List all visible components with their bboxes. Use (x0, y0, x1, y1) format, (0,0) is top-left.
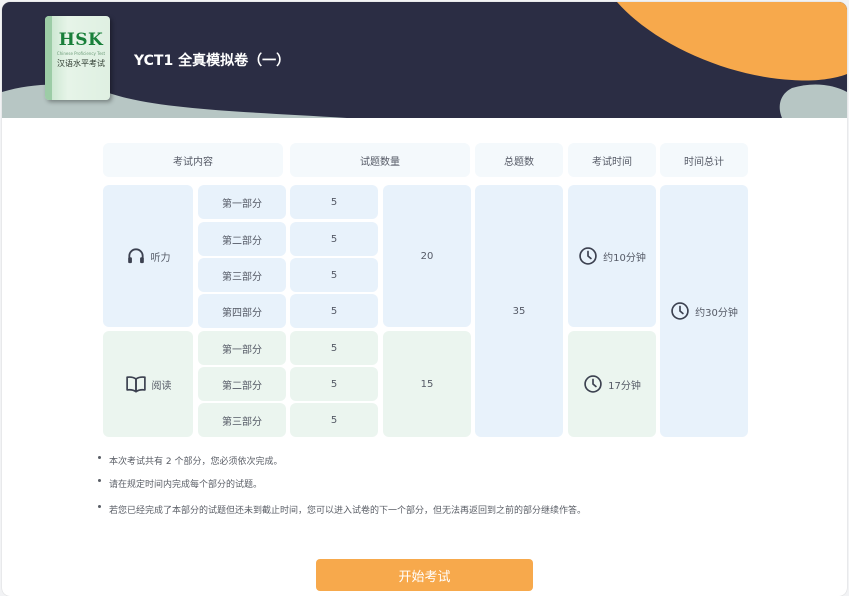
headphones-icon (126, 246, 146, 266)
column-header-count: 试题数量 (290, 143, 470, 177)
section-time-listening: 约10分钟 (568, 185, 656, 327)
total-time-label: 约30分钟 (695, 307, 738, 319)
part-label: 第三部分 (198, 258, 286, 292)
header-banner: HSK Chinese Proficiency Test 汉语水平考试 YCT1… (2, 2, 847, 118)
part-label: 第二部分 (198, 367, 286, 401)
part-label: 第一部分 (198, 331, 286, 365)
column-header-total: 总题数 (475, 143, 563, 177)
part-label: 第四部分 (198, 294, 286, 328)
part-count: 5 (290, 403, 378, 437)
section-time-label: 17分钟 (608, 380, 641, 392)
header-decoration (2, 2, 847, 118)
book-icon (125, 374, 147, 394)
clock-icon (670, 301, 690, 321)
exam-window: HSK Chinese Proficiency Test 汉语水平考试 YCT1… (2, 2, 847, 596)
section-name-reading: 阅读 (151, 380, 172, 392)
part-label: 第一部分 (198, 185, 286, 219)
clock-icon (583, 374, 603, 394)
section-time-label: 约10分钟 (603, 252, 646, 264)
part-count: 5 (290, 331, 378, 365)
page-title: YCT1 全真模拟卷（一） (134, 53, 291, 69)
total-time: 约30分钟 (660, 185, 748, 437)
section-time-reading: 17分钟 (568, 331, 656, 437)
instruction-item: 本次考试共有 2 个部分，您必须依次完成。 (98, 454, 282, 467)
section-subtotal-listening: 20 (383, 185, 471, 327)
part-count: 5 (290, 258, 378, 292)
section-subtotal-reading: 15 (383, 331, 471, 437)
clock-icon (578, 246, 598, 266)
logo-subtitle: Chinese Proficiency Test (56, 51, 106, 56)
total-questions: 35 (475, 185, 563, 437)
logo-caption: 汉语水平考试 (57, 59, 105, 68)
section-reading: 阅读 (103, 331, 193, 437)
section-listening: 听力 (103, 185, 193, 327)
section-name-listening: 听力 (150, 252, 171, 264)
instruction-item: 若您已经完成了本部分的试题但还未到截止时间，您可以进入试卷的下一个部分，但无法再… (98, 503, 586, 516)
part-label: 第二部分 (198, 222, 286, 256)
column-header-content: 考试内容 (103, 143, 283, 177)
part-count: 5 (290, 294, 378, 328)
instruction-item: 请在规定时间内完成每个部分的试题。 (98, 477, 262, 490)
part-count: 5 (290, 367, 378, 401)
start-exam-button[interactable]: 开始考试 (316, 559, 533, 591)
part-label: 第三部分 (198, 403, 286, 437)
column-header-time: 考试时间 (568, 143, 656, 177)
part-count: 5 (290, 185, 378, 219)
hsk-logo: HSK Chinese Proficiency Test 汉语水平考试 (45, 16, 110, 100)
part-count: 5 (290, 222, 378, 256)
column-header-total-time: 时间总计 (660, 143, 748, 177)
logo-text: HSK (58, 30, 104, 50)
